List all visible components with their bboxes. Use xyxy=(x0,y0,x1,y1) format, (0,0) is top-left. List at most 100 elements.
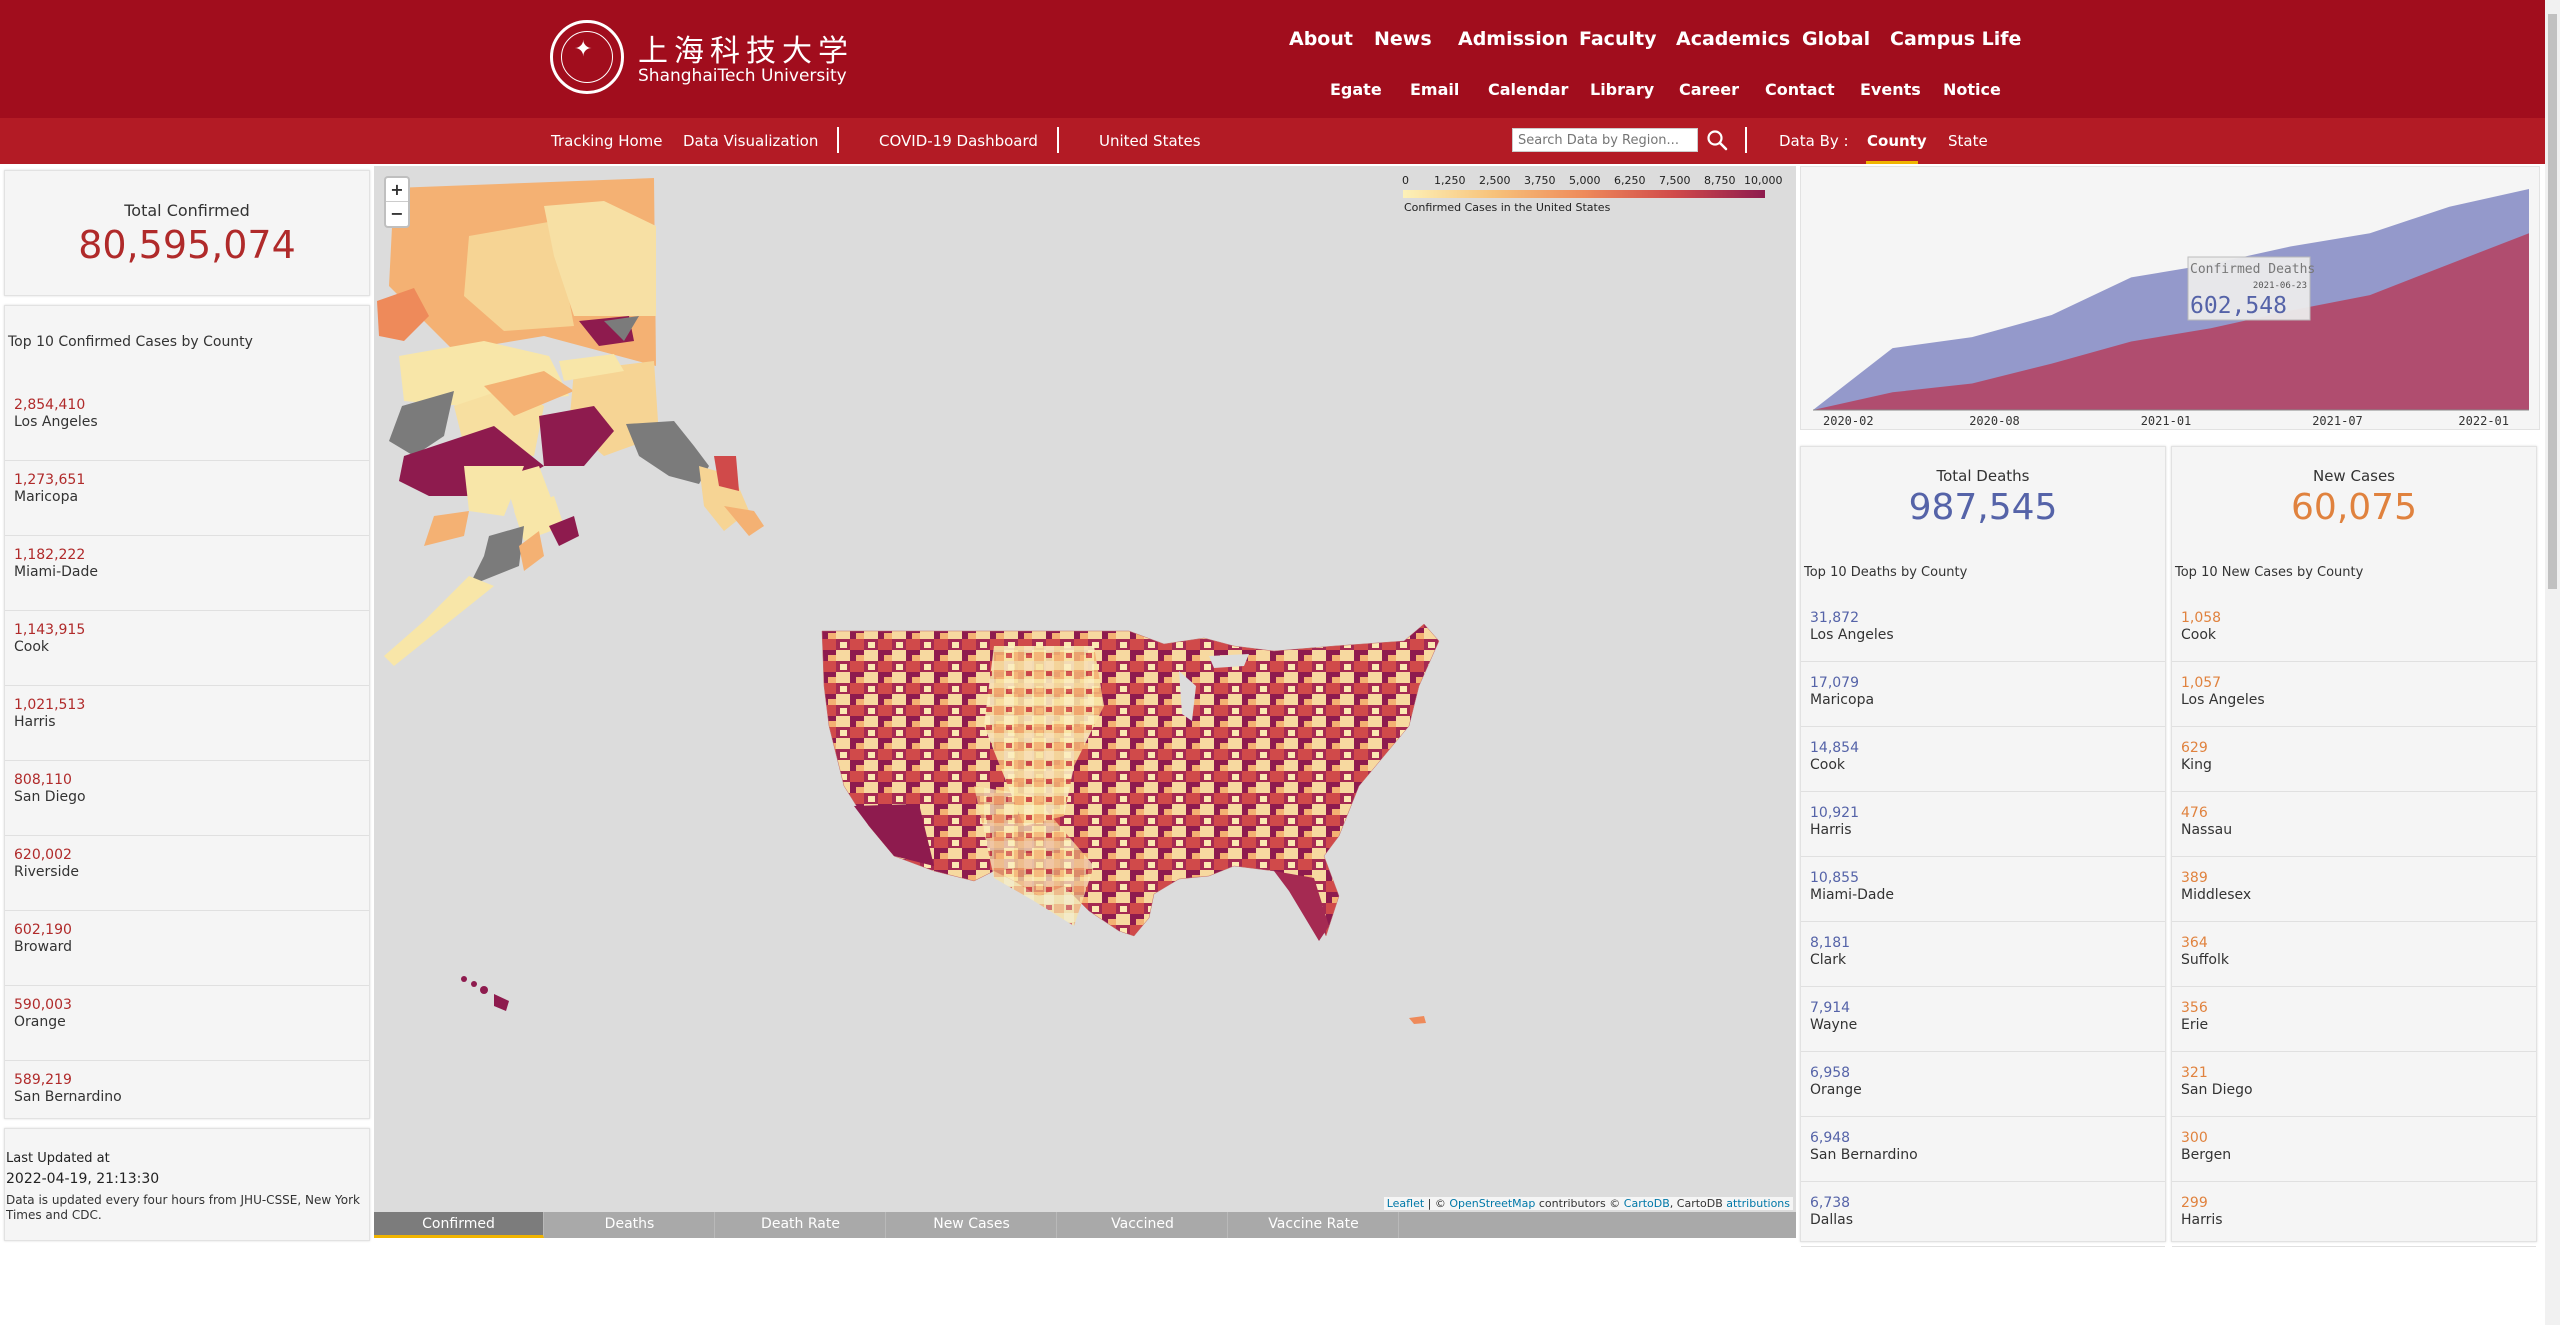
region-search-input[interactable] xyxy=(1512,128,1698,152)
list-item-value: 1,021,513 xyxy=(14,697,86,713)
list-item[interactable]: 299 Harris xyxy=(2172,1182,2536,1247)
list-item[interactable]: 364 Suffolk xyxy=(2172,922,2536,987)
map-metric-tabs: Confirmed Deaths Death Rate New Cases Va… xyxy=(374,1212,1796,1238)
nav-notice[interactable]: Notice xyxy=(1943,80,2001,99)
total-confirmed-value: 80,595,074 xyxy=(78,223,296,267)
university-logo[interactable]: ✦ 上海科技大学 ShanghaiTech University xyxy=(550,20,848,96)
list-item[interactable]: 8,181 Clark xyxy=(1801,922,2165,987)
list-item-name: San Bernardino xyxy=(14,1089,122,1105)
search-icon[interactable] xyxy=(1705,128,1729,152)
list-item-name: Nassau xyxy=(2181,822,2233,838)
puerto-rico-region[interactable] xyxy=(1409,1016,1426,1024)
cartodb-link[interactable]: CartoDB xyxy=(1624,1197,1670,1210)
nav-academics[interactable]: Academics xyxy=(1676,28,1790,50)
nav-egate[interactable]: Egate xyxy=(1330,80,1382,99)
list-item[interactable]: 2,854,410 Los Angeles xyxy=(5,386,369,461)
nav-library[interactable]: Library xyxy=(1590,80,1654,99)
last-updated-card: Last Updated at 2022-04-19, 21:13:30 Dat… xyxy=(4,1128,370,1241)
list-item-value: 2,854,410 xyxy=(14,397,86,413)
alaska-region[interactable] xyxy=(377,178,764,666)
list-item[interactable]: 10,855 Miami-Dade xyxy=(1801,857,2165,922)
nav-events[interactable]: Events xyxy=(1860,80,1921,99)
list-item[interactable]: 590,003 Orange xyxy=(5,986,369,1061)
nav-campus-life[interactable]: Campus Life xyxy=(1890,28,2021,50)
nav-email[interactable]: Email xyxy=(1410,80,1459,99)
trend-area-chart[interactable]: 2020-02 2020-08 2021-01 2021-07 2022-01 Conf… xyxy=(1801,167,2541,431)
x-tick-label: 2020-02 xyxy=(1823,414,1874,428)
list-item-value: 8,181 xyxy=(1810,935,1851,951)
tab-new-cases[interactable]: New Cases xyxy=(887,1212,1057,1238)
subnav-united-states[interactable]: United States xyxy=(1099,132,1201,150)
zoom-out-button[interactable]: − xyxy=(386,202,408,226)
list-item-value: 364 xyxy=(2181,935,2208,951)
list-item[interactable]: 589,219 San Bernardino xyxy=(5,1061,369,1136)
nav-faculty[interactable]: Faculty xyxy=(1579,28,1656,50)
top-deaths-title: Top 10 Deaths by County xyxy=(1804,565,1968,580)
subnav-covid-dashboard[interactable]: COVID-19 Dashboard xyxy=(879,132,1038,150)
list-item-name: Orange xyxy=(1810,1082,1862,1098)
zoom-in-button[interactable]: + xyxy=(386,178,408,202)
list-item-name: Maricopa xyxy=(14,489,79,505)
nav-about[interactable]: About xyxy=(1289,28,1353,50)
list-item[interactable]: 1,273,651 Maricopa xyxy=(5,461,369,536)
list-item-name: San Diego xyxy=(14,789,86,805)
tab-vaccine-rate[interactable]: Vaccine Rate xyxy=(1229,1212,1399,1238)
scrollbar-thumb[interactable] xyxy=(2548,14,2557,589)
list-item[interactable]: 31,872 Los Angeles xyxy=(1801,597,2165,662)
list-item-value: 1,058 xyxy=(2181,610,2222,626)
list-item[interactable]: 629 King xyxy=(2172,727,2536,792)
list-item[interactable]: 476 Nassau xyxy=(2172,792,2536,857)
choropleth-map[interactable]: + − 0 1,250 2,500 3,750 5,000 6,250 7,50… xyxy=(374,166,1796,1212)
list-item-name: Riverside xyxy=(14,864,79,880)
list-item[interactable]: 1,058 Cook xyxy=(2172,597,2536,662)
list-item[interactable]: 356 Erie xyxy=(2172,987,2536,1052)
list-item[interactable]: 17,079 Maricopa xyxy=(1801,662,2165,727)
list-item[interactable]: 620,002 Riverside xyxy=(5,836,369,911)
leaflet-link[interactable]: Leaflet xyxy=(1387,1197,1424,1210)
nav-admission[interactable]: Admission xyxy=(1458,28,1568,50)
tab-confirmed[interactable]: Confirmed xyxy=(374,1212,544,1238)
list-item[interactable]: 6,948 San Bernardino xyxy=(1801,1117,2165,1182)
tooltip-value: 602,548 xyxy=(2190,293,2287,319)
subnav-tracking-home[interactable]: Tracking Home xyxy=(551,132,663,150)
nav-career[interactable]: Career xyxy=(1679,80,1739,99)
data-by-state-tab[interactable]: State xyxy=(1948,132,1988,150)
nav-news[interactable]: News xyxy=(1374,28,1432,50)
top-new-cases-title: Top 10 New Cases by County xyxy=(2175,565,2364,580)
attributions-link[interactable]: attributions xyxy=(1726,1197,1790,1210)
nav-contact[interactable]: Contact xyxy=(1765,80,1835,99)
list-item-value: 808,110 xyxy=(14,772,72,788)
tab-vaccined[interactable]: Vaccined xyxy=(1058,1212,1228,1238)
osm-link[interactable]: OpenStreetMap xyxy=(1449,1197,1535,1210)
list-item[interactable]: 389 Middlesex xyxy=(2172,857,2536,922)
list-item[interactable]: 14,854 Cook xyxy=(1801,727,2165,792)
hawaii-region[interactable] xyxy=(461,976,509,1011)
map-attribution: Leaflet | © OpenStreetMap contributors ©… xyxy=(1383,1197,1793,1210)
tab-deaths[interactable]: Deaths xyxy=(545,1212,715,1238)
list-item[interactable]: 7,914 Wayne xyxy=(1801,987,2165,1052)
subnav-data-visualization[interactable]: Data Visualization xyxy=(683,132,818,150)
nav-calendar[interactable]: Calendar xyxy=(1488,80,1568,99)
list-item[interactable]: 6,738 Dallas xyxy=(1801,1182,2165,1247)
us-county-map[interactable] xyxy=(374,166,1796,1212)
list-item[interactable]: 1,143,915 Cook xyxy=(5,611,369,686)
list-item[interactable]: 1,182,222 Miami-Dade xyxy=(5,536,369,611)
list-item-name: Erie xyxy=(2181,1017,2209,1033)
list-item[interactable]: 1,021,513 Harris xyxy=(5,686,369,761)
list-item[interactable]: 602,190 Broward xyxy=(5,911,369,986)
legend-caption: Confirmed Cases in the United States xyxy=(1404,201,1611,214)
list-item[interactable]: 1,057 Los Angeles xyxy=(2172,662,2536,727)
list-item-value: 6,948 xyxy=(1810,1130,1851,1146)
list-item[interactable]: 808,110 San Diego xyxy=(5,761,369,836)
contiguous-us[interactable] xyxy=(821,623,1440,937)
nav-global[interactable]: Global xyxy=(1802,28,1870,50)
list-item-name: Harris xyxy=(2181,1212,2223,1228)
list-item[interactable]: 321 San Diego xyxy=(2172,1052,2536,1117)
data-by-county-tab[interactable]: County xyxy=(1867,132,1927,150)
list-item-value: 7,914 xyxy=(1810,1000,1851,1016)
list-item[interactable]: 10,921 Harris xyxy=(1801,792,2165,857)
list-item[interactable]: 300 Bergen xyxy=(2172,1117,2536,1182)
list-item[interactable]: 6,958 Orange xyxy=(1801,1052,2165,1117)
list-item-name: Miami-Dade xyxy=(1810,887,1894,903)
tab-death-rate[interactable]: Death Rate xyxy=(716,1212,886,1238)
